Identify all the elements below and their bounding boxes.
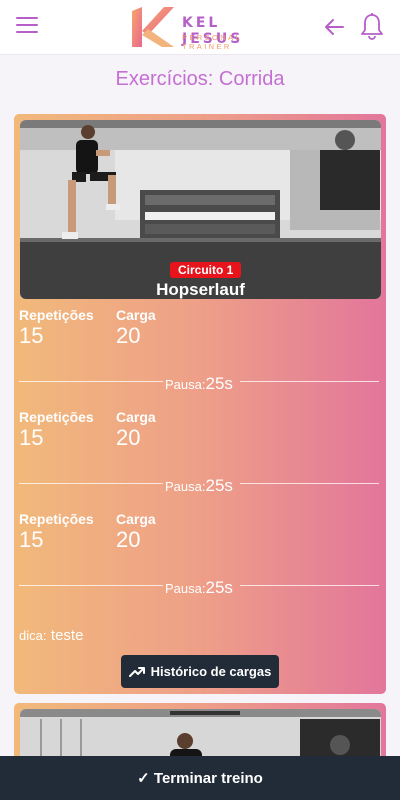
logo-subtitle: PERSONAL TRAINER <box>182 33 242 51</box>
reps-value: 15 <box>19 527 44 552</box>
bell-icon[interactable] <box>360 12 384 40</box>
app-header: KEL JESUS PERSONAL TRAINER <box>0 0 400 55</box>
reps-value: 15 <box>19 425 44 450</box>
rest-divider: Pausa:25s <box>19 372 379 393</box>
hamburger-menu-icon[interactable] <box>16 17 38 37</box>
circuit-badge: Circuito 1 <box>170 262 242 278</box>
exercise-name: Hopserlauf <box>156 280 245 299</box>
load-label: Carga <box>116 307 156 323</box>
load-history-label: Histórico de cargas <box>150 664 272 679</box>
set-row: Repetições 15 Carga 20 <box>19 409 379 459</box>
exercise-tip: dica: teste <box>19 627 83 645</box>
rest-text: Pausa:25s <box>165 374 233 393</box>
set-row: Repetições 15 Carga 20 <box>19 307 379 357</box>
exercise-card: Circuito 1 Hopserlauf Repetições 15 Carg… <box>14 114 386 694</box>
arrow-left-icon[interactable] <box>322 15 346 39</box>
reps-label: Repetições <box>19 307 94 323</box>
logo-k-icon <box>132 7 174 47</box>
load-history-button[interactable]: Histórico de cargas <box>121 655 279 688</box>
set-row: Repetições 15 Carga 20 <box>19 511 379 561</box>
exercise-video[interactable]: Circuito 1 Hopserlauf <box>20 120 381 299</box>
load-label: Carga <box>116 409 156 425</box>
trending-up-icon <box>128 666 145 677</box>
reps-value: 15 <box>19 323 44 348</box>
rest-divider: Pausa:25s <box>19 576 379 597</box>
tip-value: teste <box>50 627 84 644</box>
finish-workout-button[interactable]: ✓ Terminar treino <box>0 756 400 800</box>
rest-text: Pausa:25s <box>165 476 233 495</box>
load-value: 20 <box>116 527 141 552</box>
reps-label: Repetições <box>19 511 94 527</box>
page-title: Exercícios: Corrida <box>115 68 285 90</box>
load-value: 20 <box>116 425 141 450</box>
load-value: 20 <box>116 323 141 348</box>
rest-divider: Pausa:25s <box>19 474 379 495</box>
reps-label: Repetições <box>19 409 94 425</box>
tip-label: dica: <box>19 628 47 643</box>
brand-logo: KEL JESUS PERSONAL TRAINER <box>128 3 278 51</box>
rest-text: Pausa:25s <box>165 578 233 597</box>
load-label: Carga <box>116 511 156 527</box>
